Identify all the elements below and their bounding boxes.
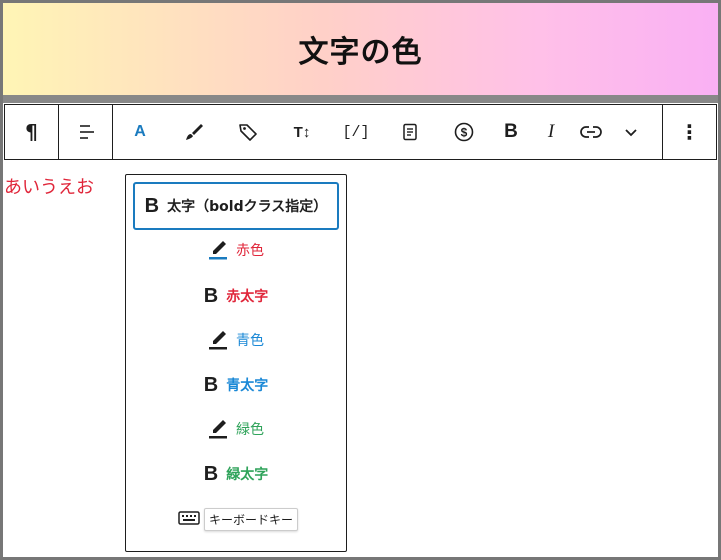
text-color-button[interactable]: A xyxy=(113,105,167,159)
menu-item-label: 緑太字 xyxy=(226,467,269,483)
format-dropdown-menu: B 太字（boldクラス指定） 赤色 B 赤太字 青色 B 青太字 緑色 B 緑… xyxy=(125,174,347,552)
pen-icon xyxy=(208,418,228,440)
bold-icon: B xyxy=(144,194,160,217)
link-icon xyxy=(580,126,602,138)
typography-button[interactable]: T↕ xyxy=(275,105,329,159)
block-toolbar: ¶ A T↕ [/] $ B I ⋮ xyxy=(4,104,717,160)
brush-icon xyxy=(186,124,203,140)
menu-item-blue-bold[interactable]: B 青太字 xyxy=(133,361,339,409)
shortcode-button[interactable]: [/] xyxy=(329,105,383,159)
pen-icon xyxy=(208,239,228,261)
highlight-button[interactable] xyxy=(167,105,221,159)
tag-icon xyxy=(239,124,257,141)
bold-button[interactable]: B xyxy=(491,105,531,159)
menu-item-red[interactable]: 赤色 xyxy=(133,226,339,274)
menu-item-label: 太字（boldクラス指定） xyxy=(167,199,328,215)
menu-item-bold-class[interactable]: B 太字（boldクラス指定） xyxy=(133,182,339,230)
menu-item-label: 赤色 xyxy=(236,243,264,259)
tag-button[interactable] xyxy=(221,105,275,159)
menu-item-label: 緑色 xyxy=(236,422,264,438)
menu-item-green[interactable]: 緑色 xyxy=(133,405,339,453)
more-formats-button[interactable] xyxy=(611,105,651,159)
document-button[interactable] xyxy=(383,105,437,159)
block-editor: ¶ A T↕ [/] $ B I ⋮ あいうえお B 太字（boldクラス指定）… xyxy=(3,103,718,557)
bold-icon: B xyxy=(203,284,219,307)
link-button[interactable] xyxy=(571,105,611,159)
menu-item-blue[interactable]: 青色 xyxy=(133,316,339,364)
chevron-down-icon xyxy=(625,129,637,137)
page-title: 文字の色 xyxy=(298,35,423,70)
editor-text[interactable]: あいうえお xyxy=(4,173,94,199)
bold-icon: B xyxy=(203,373,219,396)
document-icon xyxy=(403,123,417,141)
divider xyxy=(3,95,718,103)
keyboard-shortcut-item[interactable]: キーボードキー xyxy=(178,508,299,531)
title-banner: 文字の色 xyxy=(3,3,718,95)
menu-item-label: 青太字 xyxy=(226,378,269,394)
bold-icon: B xyxy=(203,462,219,485)
menu-item-label: 赤太字 xyxy=(226,289,269,305)
pen-icon xyxy=(208,329,228,351)
keyboard-icon xyxy=(178,510,200,530)
keyboard-shortcut-label: キーボードキー xyxy=(204,508,299,531)
menu-item-red-bold[interactable]: B 赤太字 xyxy=(133,272,339,320)
menu-item-label: 青色 xyxy=(236,333,264,349)
paragraph-block-button[interactable]: ¶ xyxy=(5,105,58,159)
align-button[interactable] xyxy=(59,105,112,159)
dollar-icon: $ xyxy=(454,122,474,142)
currency-button[interactable]: $ xyxy=(437,105,491,159)
svg-text:$: $ xyxy=(461,126,468,140)
italic-button[interactable]: I xyxy=(531,105,571,159)
menu-item-green-bold[interactable]: B 緑太字 xyxy=(133,450,339,498)
options-button[interactable]: ⋮ xyxy=(663,105,716,159)
align-left-icon xyxy=(79,125,94,139)
